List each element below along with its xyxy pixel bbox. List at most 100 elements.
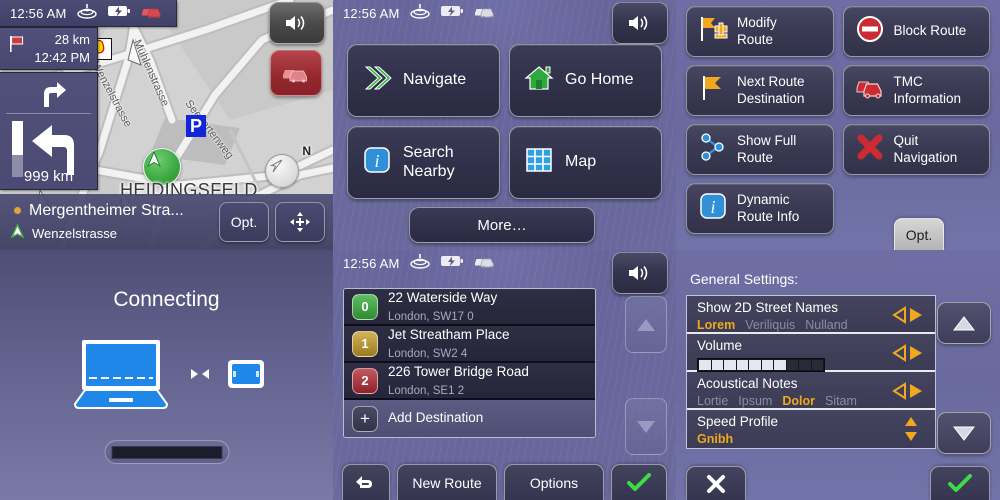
battery-charging-icon	[107, 4, 131, 23]
add-destination-row[interactable]: + Add Destination	[344, 400, 595, 437]
destination-subtitle: London, SW17 0	[388, 310, 474, 323]
confirm-button[interactable]	[611, 464, 667, 500]
screenshot-grid: Wenzelstrasse Mühlenstrasse Seegartenweg…	[0, 0, 1000, 500]
traffic-jam-icon	[283, 70, 307, 83]
no-entry-icon	[855, 14, 885, 48]
list-item[interactable]: 2 226 Tower Bridge Road London, SE1 2	[344, 363, 595, 400]
main-menu-panel: 12:56 AM Navigate Go Home i Search Nearb…	[333, 0, 676, 250]
route-option-label: Show Full Route	[737, 133, 797, 165]
setting-row-volume[interactable]: Volume	[687, 334, 935, 372]
setting-option[interactable]: Veriliquis	[745, 317, 795, 333]
volume-level-bar[interactable]	[697, 357, 825, 372]
left-right-arrows-icon[interactable]	[891, 344, 925, 362]
confirm-button[interactable]	[930, 466, 990, 500]
route-option-dynamic-route-info[interactable]: i Dynamic Route Info	[686, 183, 834, 234]
new-route-button[interactable]: New Route	[397, 464, 497, 500]
route-option-next-destination[interactable]: Next Route Destination	[686, 65, 834, 116]
route-option-label: Modify Route	[737, 15, 777, 47]
destination-eta: 12:42 PM	[34, 49, 90, 65]
traffic-button[interactable]	[270, 50, 322, 96]
setting-value: Gnibh	[697, 431, 734, 446]
destination-subtitle: London, SE1 2	[388, 384, 465, 397]
volume-button[interactable]	[612, 2, 668, 44]
list-item[interactable]: 0 22 Waterside Way London, SW17 0	[344, 289, 595, 326]
traffic-cars-icon	[855, 75, 885, 105]
flag-icon	[698, 73, 728, 107]
volume-button[interactable]	[269, 2, 325, 44]
setting-options: Gnibh	[697, 431, 935, 447]
route-option-quit-navigation[interactable]: Quit Navigation	[842, 124, 990, 175]
scroll-up-button[interactable]	[625, 296, 667, 353]
compass-icon[interactable]	[265, 154, 299, 188]
page-up-button[interactable]	[937, 302, 991, 344]
pan-move-button[interactable]	[275, 202, 325, 242]
route-options-opt-button[interactable]: Opt.	[894, 218, 944, 250]
setting-option[interactable]: Nulland	[805, 317, 847, 333]
status-bar: 12:56 AM	[0, 0, 177, 27]
turn-right-icon	[0, 77, 97, 109]
maneuver-distance: 999 km	[23, 168, 74, 185]
satellite-icon	[409, 253, 431, 274]
svg-text:i: i	[710, 197, 715, 217]
satellite-icon	[409, 3, 431, 24]
svg-text:i: i	[374, 151, 379, 171]
back-button[interactable]	[342, 464, 390, 500]
speaker-icon	[629, 266, 648, 280]
checkmark-icon	[948, 473, 972, 492]
setting-option[interactable]: Lortie	[697, 393, 728, 409]
route-option-label: Next Route Destination	[737, 74, 805, 106]
up-down-arrows-icon[interactable]	[903, 416, 919, 447]
destination-subtitle: London, SW2 4	[388, 347, 468, 360]
setting-row-acoustical-notes[interactable]: Acoustical Notes Lortie Ipsum Dolor Sita…	[687, 372, 935, 410]
arrow-down-icon	[953, 426, 975, 441]
scroll-down-button[interactable]	[625, 398, 667, 455]
route-option-block-route[interactable]: Block Route	[842, 6, 990, 57]
plus-icon: +	[352, 405, 378, 432]
page-down-button[interactable]	[937, 412, 991, 454]
tablet-icon	[225, 357, 267, 396]
map-navigation-panel: Wenzelstrasse Mühlenstrasse Seegartenweg…	[0, 0, 333, 250]
more-button[interactable]: More…	[409, 207, 595, 243]
setting-option[interactable]: Lorem	[697, 317, 735, 333]
scroll-up-icon	[637, 318, 655, 331]
maneuver-panel: 999 km	[0, 72, 98, 190]
setting-option[interactable]: Sitam	[825, 393, 857, 409]
connecting-title: Connecting	[113, 288, 220, 311]
left-right-arrows-icon[interactable]	[891, 306, 925, 324]
destination-distance: 28 km	[54, 31, 90, 47]
speaker-icon	[286, 16, 305, 30]
setting-option[interactable]: Dolor	[782, 393, 815, 409]
left-right-arrows-icon[interactable]	[891, 382, 925, 400]
destination-title: 22 Waterside Way	[388, 289, 498, 305]
current-road-dot-icon	[14, 207, 21, 214]
flag-plus-minus-icon	[698, 14, 728, 48]
list-item[interactable]: 1 Jet Streatham Place London, SW2 4	[344, 326, 595, 363]
back-arrow-icon	[356, 475, 372, 488]
cancel-button[interactable]	[686, 466, 746, 500]
volume-button[interactable]	[612, 252, 668, 294]
setting-option[interactable]: Ipsum	[738, 393, 772, 409]
red-flag-icon	[9, 36, 25, 52]
route-options-grid: Modify Route Block Route Next Route Destin…	[686, 6, 990, 234]
destination-info-box: 28 km 12:42 PM	[0, 27, 98, 70]
options-button[interactable]: Options	[504, 464, 604, 500]
destination-text: Jet Streatham Place London, SW2 4	[388, 326, 510, 362]
checkmark-icon	[627, 472, 651, 491]
route-option-tmc-information[interactable]: TMC Information	[842, 65, 990, 116]
setting-row-speed-profile[interactable]: Speed Profile Gnibh	[687, 410, 935, 448]
destination-index-badge: 2	[352, 367, 378, 394]
menu-item-search-nearby[interactable]: i Search Nearby	[347, 126, 500, 199]
menu-item-map[interactable]: Map	[509, 126, 662, 199]
map-options-button[interactable]: Opt.	[219, 202, 269, 242]
connecting-illustration	[0, 338, 333, 415]
chevrons-right-icon	[362, 63, 392, 98]
route-option-modify-route[interactable]: Modify Route	[686, 6, 834, 57]
destination-index-badge: 1	[352, 330, 378, 357]
menu-item-navigate[interactable]: Navigate	[347, 44, 500, 117]
menu-item-go-home[interactable]: Go Home	[509, 44, 662, 117]
next-road-label: Wenzelstrasse	[32, 226, 118, 241]
setting-row-show-2d-street-names[interactable]: Show 2D Street Names Lorem Veriliquis Nu…	[687, 296, 935, 334]
connecting-progress-bar	[104, 440, 229, 464]
scroll-down-icon	[637, 420, 655, 433]
route-option-show-full-route[interactable]: Show Full Route	[686, 124, 834, 175]
